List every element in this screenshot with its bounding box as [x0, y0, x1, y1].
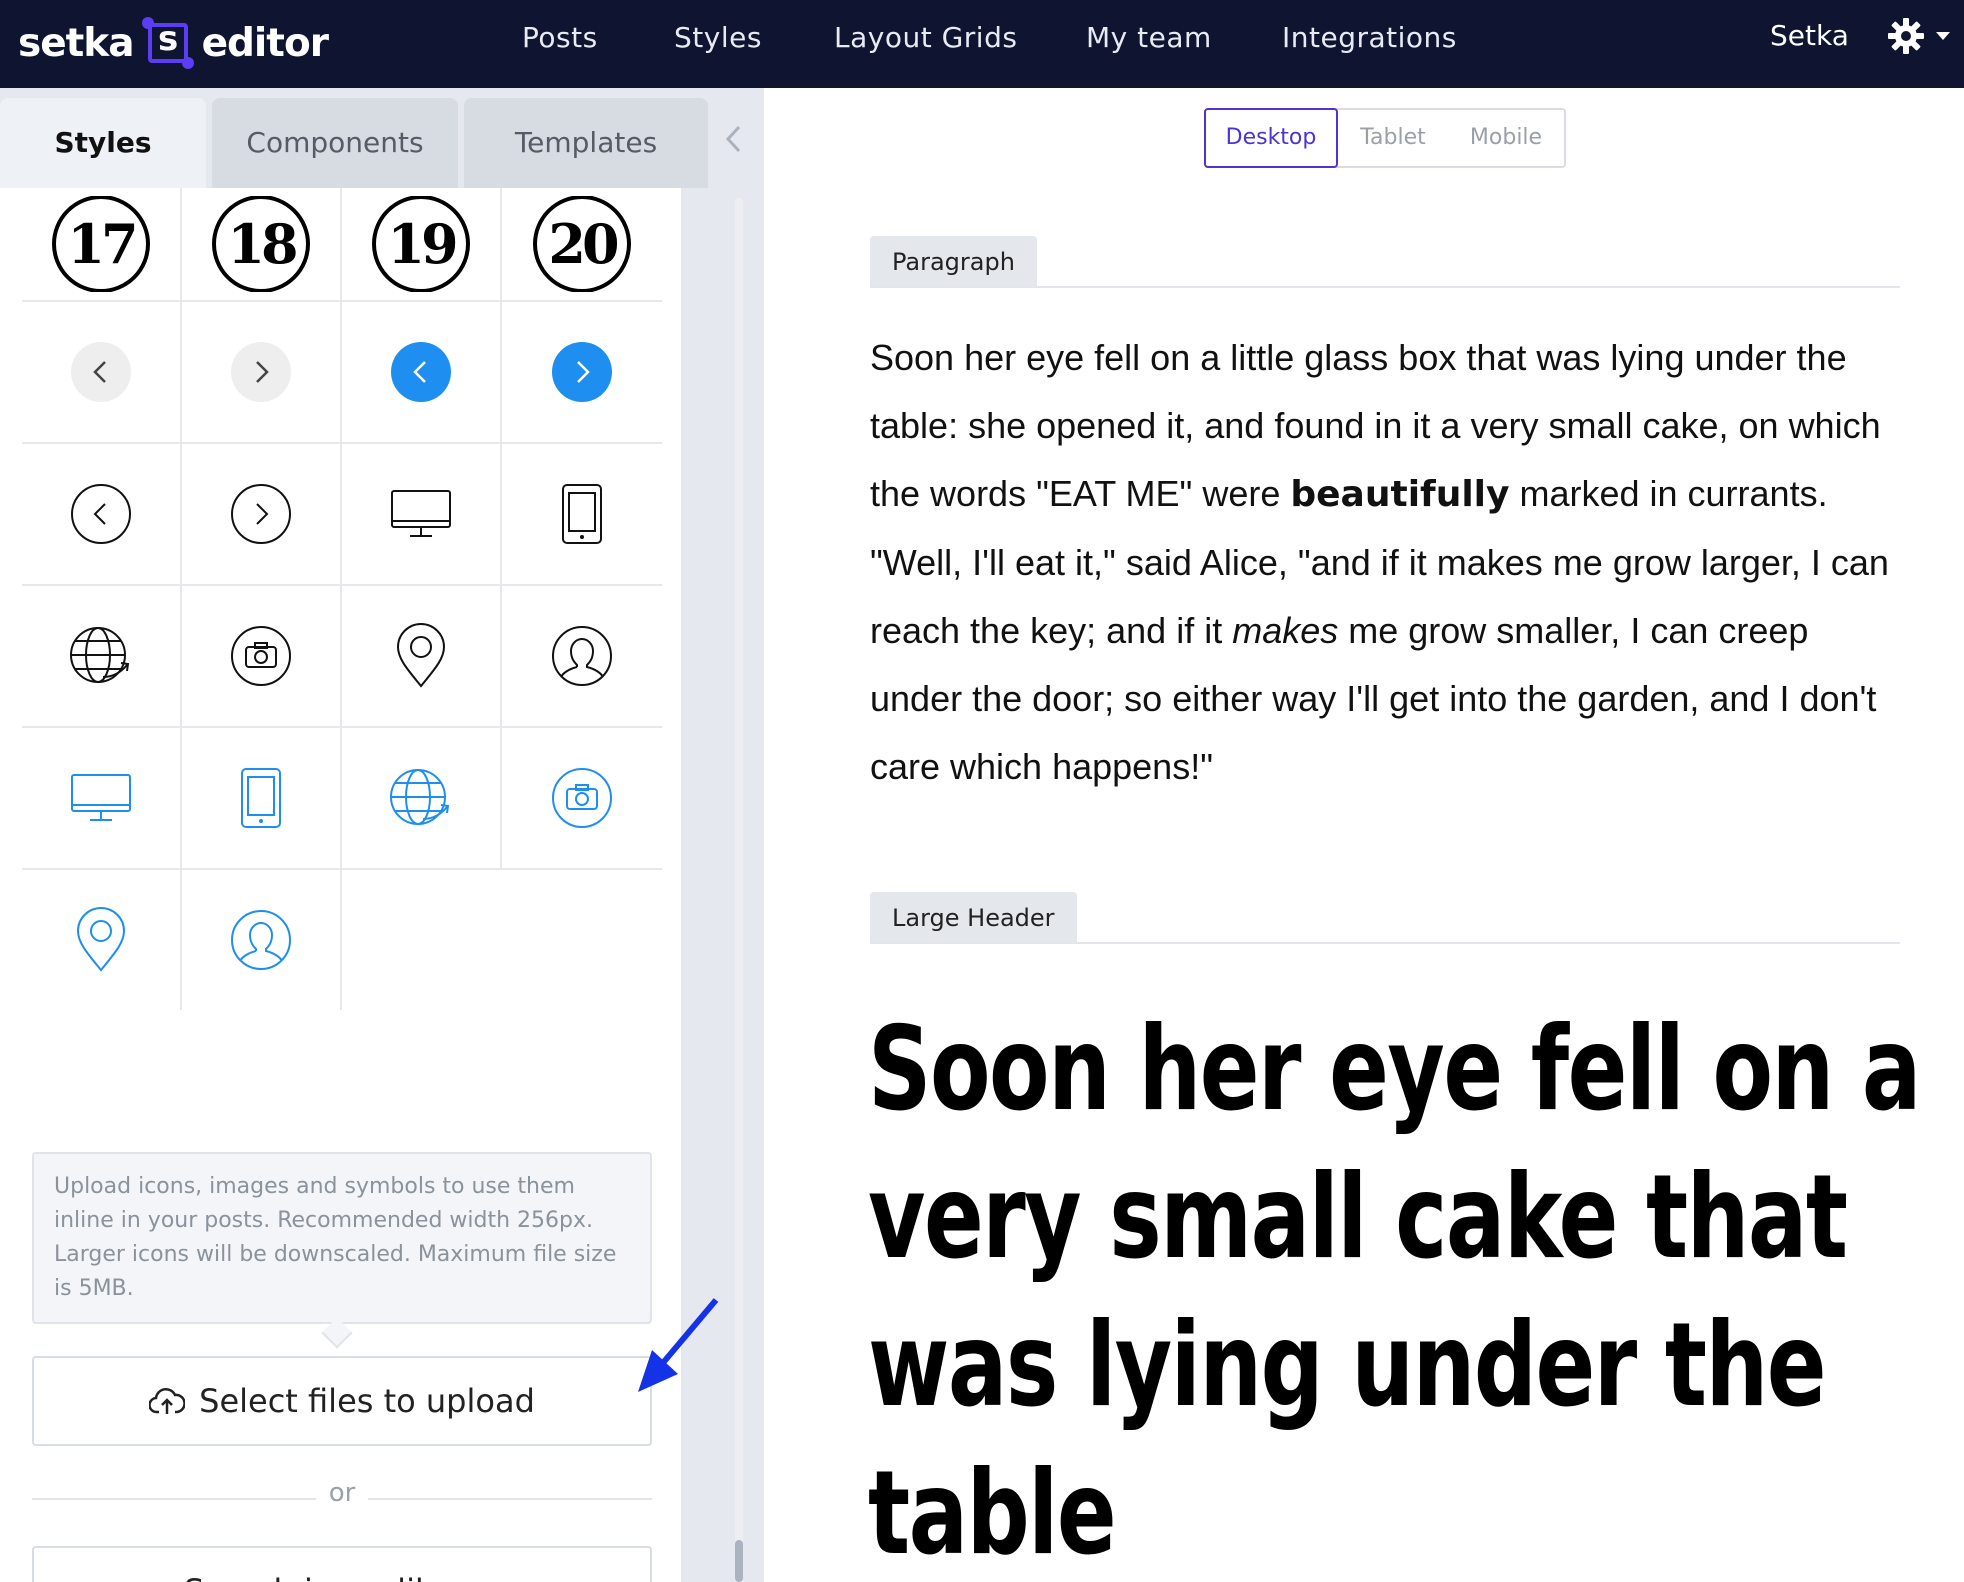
panel-divider: [762, 88, 764, 1582]
device-mobile[interactable]: Mobile: [1448, 110, 1564, 166]
logo-text-left: setka: [18, 20, 135, 66]
scrollbar-thumb[interactable]: [735, 1540, 743, 1582]
desktop-icon[interactable]: [342, 444, 502, 586]
search-icons-label: Search icons library: [184, 1572, 500, 1582]
tab-templates[interactable]: Templates: [464, 98, 708, 188]
separator-right: [368, 1498, 652, 1500]
device-desktop[interactable]: Desktop: [1204, 108, 1338, 168]
cloud-upload-icon: [149, 1388, 186, 1414]
location-pin-icon[interactable]: [342, 586, 502, 728]
paragraph-label-rule: [870, 286, 1900, 288]
device-tablet[interactable]: Tablet: [1338, 110, 1448, 166]
icon-number-18[interactable]: 18: [182, 188, 342, 302]
arrow-left-blue-icon[interactable]: [342, 302, 502, 444]
or-separator-text: or: [328, 1478, 356, 1508]
user-avatar-icon[interactable]: [502, 586, 662, 728]
select-files-label: Select files to upload: [199, 1382, 535, 1420]
paragraph-block[interactable]: Soon her eye fell on a little glass box …: [870, 324, 1910, 801]
gear-icon[interactable]: [1886, 16, 1926, 56]
svg-text:20: 20: [548, 212, 618, 276]
globe-icon[interactable]: [22, 586, 182, 728]
chevron-left-icon[interactable]: [724, 124, 744, 154]
arrow-right-gray-icon[interactable]: [182, 302, 342, 444]
nav-integrations[interactable]: Integrations: [1282, 0, 1457, 76]
annotation-arrow-icon: [638, 1298, 719, 1392]
icons-library: 17 18 19 20 Upload icons, images and sym…: [0, 188, 683, 1582]
icon-number-17[interactable]: 17: [22, 188, 182, 302]
nav-layout-grids[interactable]: Layout Grids: [834, 0, 1017, 76]
chevron-down-icon[interactable]: [1936, 32, 1950, 40]
nav-styles[interactable]: Styles: [674, 0, 762, 76]
circle-arrow-left-icon[interactable]: [22, 444, 182, 586]
device-switcher: Desktop Tablet Mobile: [1204, 108, 1566, 168]
camera-icon[interactable]: [182, 586, 342, 728]
arrow-left-gray-icon[interactable]: [22, 302, 182, 444]
desktop-blue-icon[interactable]: [22, 728, 182, 870]
logo-text-right: editor: [201, 20, 329, 66]
grid-divider: [340, 870, 342, 1010]
user-name[interactable]: Setka: [1770, 0, 1849, 72]
select-files-button[interactable]: Select files to upload: [32, 1356, 652, 1446]
logo-mark-icon: s: [141, 17, 194, 69]
upload-hint: Upload icons, images and symbols to use …: [32, 1152, 652, 1324]
camera-blue-icon[interactable]: [502, 728, 662, 870]
nav-posts[interactable]: Posts: [522, 0, 598, 76]
location-pin-blue-icon[interactable]: [22, 870, 182, 1010]
arrow-right-blue-icon[interactable]: [502, 302, 662, 444]
search-icons-library-button[interactable]: Search icons library: [32, 1546, 652, 1582]
top-navigation-bar: setka s editor Posts Styles Layout Grids…: [0, 0, 1964, 88]
separator-left: [32, 1498, 316, 1500]
circle-arrow-right-icon[interactable]: [182, 444, 342, 586]
tablet-blue-icon[interactable]: [182, 728, 342, 870]
sidebar-scrollbar[interactable]: [735, 198, 743, 1582]
nav-my-team[interactable]: My team: [1086, 0, 1212, 76]
tablet-icon[interactable]: [502, 444, 662, 586]
globe-blue-icon[interactable]: [342, 728, 502, 870]
svg-text:18: 18: [227, 212, 296, 276]
sidebar-panel: Styles Components Templates 17 18 19 20: [0, 88, 762, 1582]
paragraph-style-label[interactable]: Paragraph: [870, 236, 1037, 288]
icon-number-20[interactable]: 20: [502, 188, 662, 302]
app-logo[interactable]: setka s editor: [18, 10, 329, 76]
large-header-style-label[interactable]: Large Header: [870, 892, 1077, 944]
tab-components[interactable]: Components: [212, 98, 458, 188]
svg-text:17: 17: [67, 212, 135, 276]
user-avatar-blue-icon[interactable]: [182, 870, 342, 1010]
large-header-block[interactable]: Soon her eye fell on a very small cake t…: [868, 996, 1932, 1582]
large-header-label-rule: [870, 942, 1900, 944]
svg-text:19: 19: [387, 212, 456, 276]
icon-number-19[interactable]: 19: [342, 188, 502, 302]
tab-styles[interactable]: Styles: [0, 98, 206, 188]
